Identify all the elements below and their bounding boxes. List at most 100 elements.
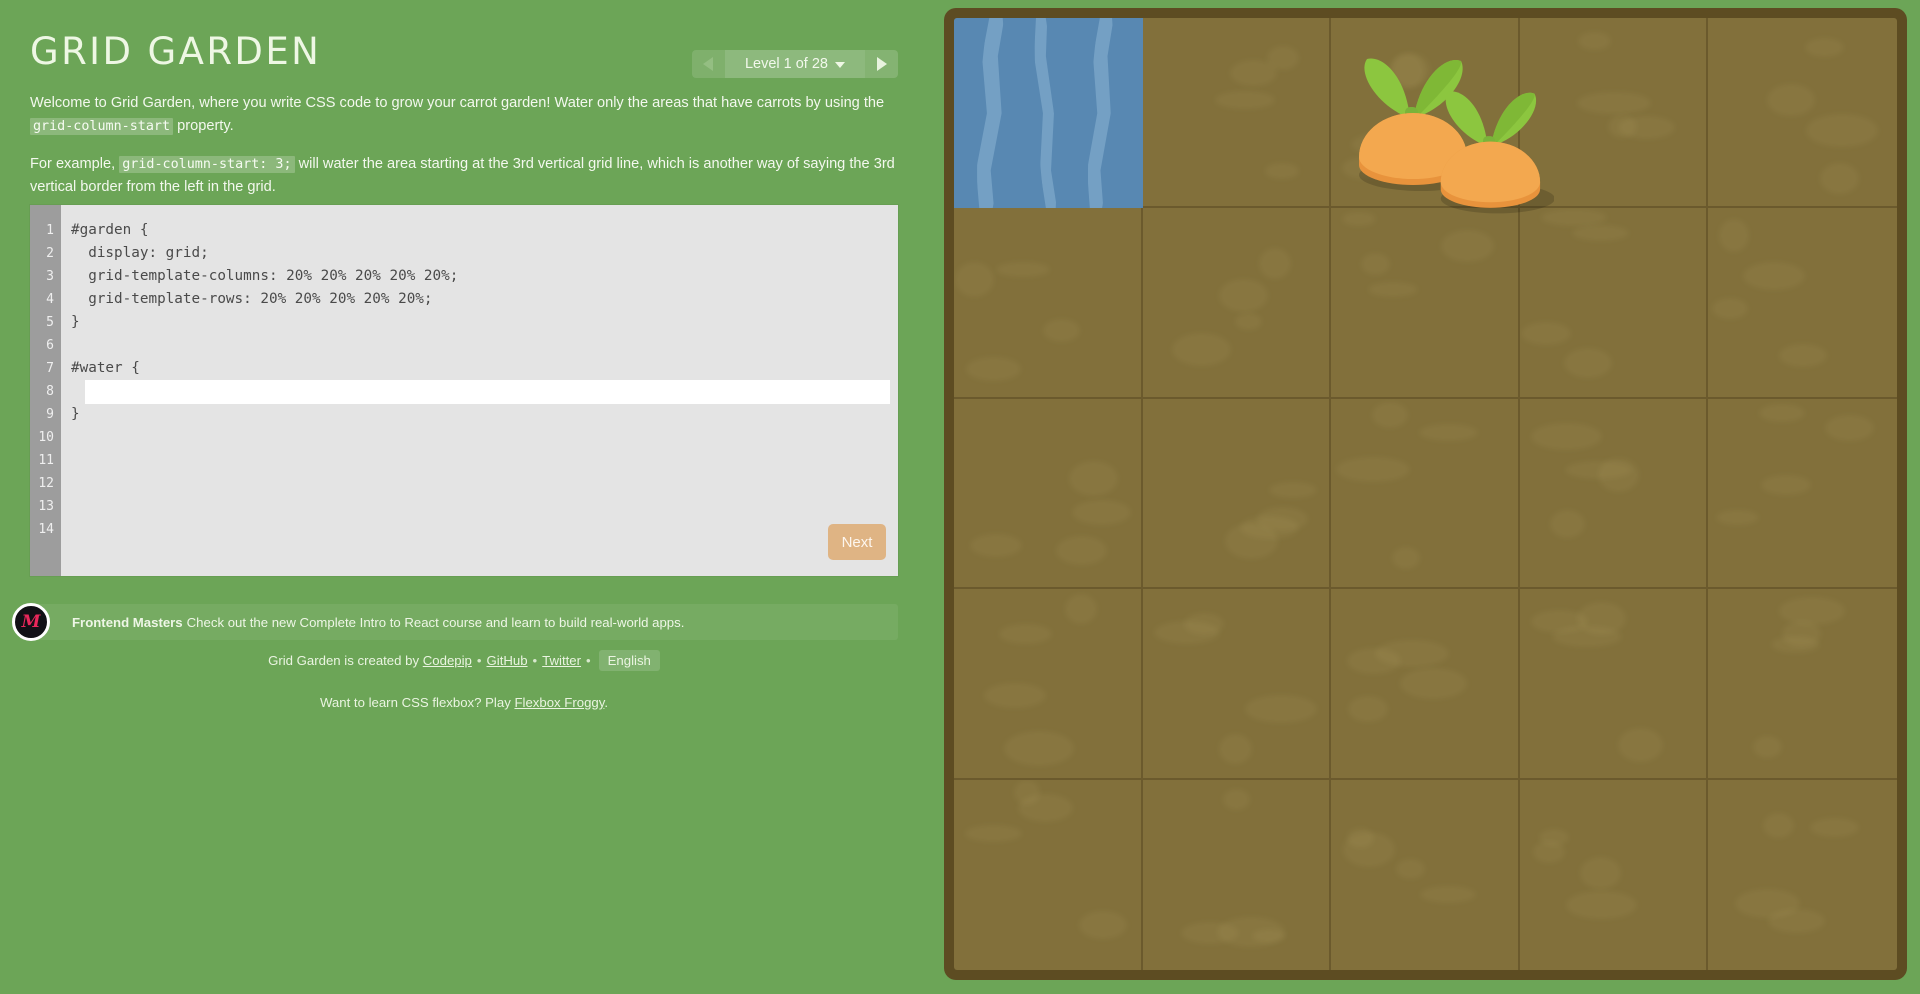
- water-wave: [973, 18, 1008, 208]
- line-number: 5: [46, 315, 54, 330]
- line-number: 12: [38, 476, 54, 491]
- separator: •: [586, 653, 591, 668]
- garden-plot: [1142, 18, 1332, 209]
- garden-plot: [1143, 779, 1332, 970]
- header-row: GRID GARDEN Level 1 of 28: [30, 28, 910, 86]
- code-line: grid-template-columns: 20% 20% 20% 20% 2…: [71, 268, 459, 284]
- dirt-texture: [1778, 597, 1846, 625]
- next-level-button[interactable]: [865, 50, 898, 78]
- dirt-texture: [1419, 885, 1476, 903]
- dirt-texture: [1766, 83, 1815, 117]
- dirt-texture: [1566, 890, 1637, 920]
- code-line: }: [71, 406, 80, 422]
- language-button[interactable]: English: [598, 650, 660, 671]
- dirt-texture: [983, 683, 1047, 709]
- inline-code-example: grid-column-start: 3;: [119, 155, 295, 173]
- dirt-texture: [1753, 735, 1782, 758]
- dirt-texture: [1361, 252, 1391, 275]
- dirt-texture: [996, 262, 1050, 277]
- dirt-texture: [1264, 163, 1300, 179]
- dirt-texture: [1552, 625, 1623, 648]
- chevron-right-icon: [876, 57, 887, 71]
- dirt-texture: [1372, 402, 1409, 428]
- line-number: 14: [38, 522, 54, 537]
- link-twitter[interactable]: Twitter: [542, 653, 581, 668]
- garden-plot: [954, 208, 1143, 399]
- dirt-texture: [1716, 510, 1759, 525]
- garden-plot: [1142, 208, 1332, 399]
- garden-plot: [1519, 208, 1709, 399]
- garden-plot: [1708, 399, 1897, 590]
- line-number: 9: [46, 407, 54, 422]
- garden-plot: [1708, 780, 1897, 970]
- dirt-texture: [1520, 321, 1571, 345]
- css-code-input[interactable]: [85, 380, 890, 404]
- separator: •: [476, 653, 482, 668]
- dirt-texture: [1003, 731, 1075, 766]
- garden-plot: [1519, 398, 1709, 590]
- dirt-texture: [1743, 262, 1806, 291]
- link-github[interactable]: GitHub: [487, 653, 528, 668]
- dirt-texture: [1342, 832, 1396, 868]
- instruction-paragraph-1: Welcome to Grid Garden, where you write …: [30, 92, 910, 139]
- garden-plot: [1519, 589, 1709, 780]
- link-codepip[interactable]: Codepip: [423, 653, 472, 668]
- chevron-left-icon: [703, 57, 714, 71]
- garden-plot: [1708, 589, 1897, 780]
- garden-plot: [1708, 18, 1897, 209]
- dirt-texture: [1069, 461, 1119, 497]
- line-number: 7: [46, 361, 54, 376]
- garden-plot: [954, 779, 1143, 970]
- sponsor-banner[interactable]: M Frontend Masters Check out the new Com…: [12, 603, 898, 641]
- dirt-texture: [1608, 115, 1637, 139]
- dirt-texture: [1572, 224, 1630, 241]
- dirt-texture: [1719, 218, 1749, 253]
- garden-plot: [1519, 18, 1709, 209]
- code-area[interactable]: #garden { display: grid; grid-template-c…: [61, 205, 898, 576]
- line-number-gutter: 1 2 3 4 5 6 7 8 9 10 11 12 13 14: [30, 205, 61, 576]
- dirt-texture: [1064, 593, 1097, 624]
- dirt-texture: [1576, 92, 1651, 114]
- dirt-texture: [1078, 910, 1127, 940]
- dirt-texture: [1440, 230, 1494, 263]
- dirt-texture: [1071, 500, 1131, 526]
- garden-plot: [1708, 208, 1897, 399]
- dirt-texture: [1391, 547, 1421, 570]
- line-number: 11: [38, 453, 54, 468]
- line-number: 1: [46, 223, 54, 238]
- sponsor-message: Check out the new Complete Intro to Reac…: [186, 614, 685, 630]
- garden-plot: [1331, 779, 1520, 970]
- level-label: Level 1 of 28: [744, 56, 828, 72]
- link-flexbox-froggy[interactable]: Flexbox Froggy: [514, 695, 604, 710]
- dirt-texture: [1219, 733, 1252, 764]
- next-button[interactable]: Next: [828, 524, 886, 560]
- dirt-texture: [1347, 647, 1402, 675]
- garden-plot: [1142, 398, 1332, 590]
- dirt-texture: [1762, 813, 1795, 839]
- dirt-texture: [1809, 817, 1860, 838]
- previous-level-button[interactable]: [692, 50, 725, 78]
- garden-plot: [1331, 208, 1520, 399]
- sponsor-brand: Frontend Masters: [72, 614, 183, 630]
- dirt-texture: [1617, 727, 1663, 763]
- instruction-paragraph-2: For example, grid-column-start: 3; will …: [30, 153, 910, 200]
- dirt-texture: [1013, 780, 1040, 805]
- garden-plot: [1331, 589, 1520, 780]
- code-line: #garden {: [71, 222, 149, 238]
- level-dropdown[interactable]: Level 1 of 28: [724, 50, 865, 78]
- dirt-texture: [1825, 414, 1875, 441]
- frontend-masters-logo-icon: M: [12, 603, 50, 641]
- dirt-texture: [1395, 859, 1425, 880]
- instruction-text: property.: [173, 118, 234, 135]
- code-line: grid-template-rows: 20% 20% 20% 20% 20%;: [71, 291, 433, 307]
- dirt-texture: [1341, 156, 1386, 179]
- line-number: 13: [38, 499, 54, 514]
- code-line: }: [71, 314, 80, 330]
- line-number: 4: [46, 292, 54, 307]
- left-panel: GRID GARDEN Level 1 of 28 Welcome to Gri…: [0, 0, 940, 994]
- dirt-texture: [1819, 163, 1860, 195]
- code-editor[interactable]: 1 2 3 4 5 6 7 8 9 10 11 12 13 14 #garden { display: g…: [30, 205, 898, 576]
- dirt-texture: [965, 825, 1023, 842]
- water-wave: [1084, 18, 1117, 208]
